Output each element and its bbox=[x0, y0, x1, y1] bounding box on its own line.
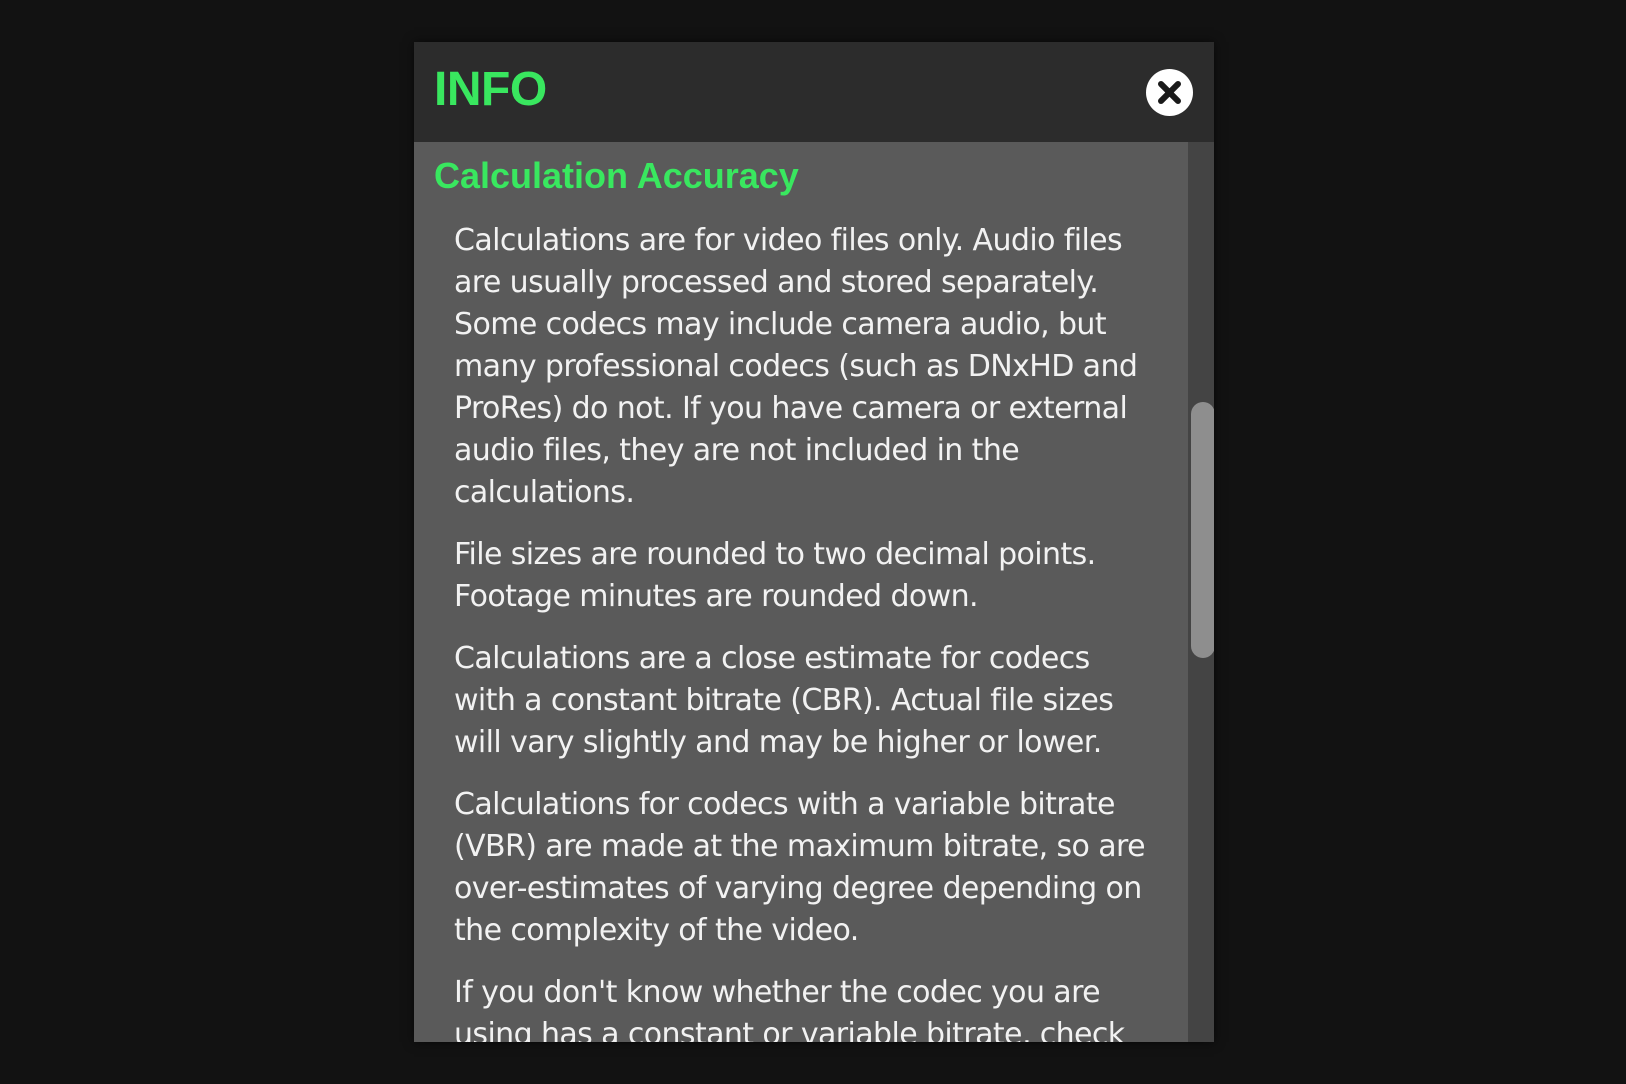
close-button[interactable] bbox=[1146, 69, 1193, 116]
text-line: many professional codecs (such as DNxHD … bbox=[454, 349, 1138, 384]
text-line: Some codecs may include camera audio, bu… bbox=[454, 307, 1107, 342]
text-line: the complexity of the video. bbox=[454, 913, 859, 948]
text-line: Footage minutes are rounded down. bbox=[454, 579, 979, 614]
text-line: over-estimates of varying degree dependi… bbox=[454, 871, 1142, 906]
info-modal: INFO Calculation Accuracy Calculations a… bbox=[414, 42, 1214, 1042]
text-line: (VBR) are made at the maximum bitrate, s… bbox=[454, 829, 1146, 864]
modal-body: Calculation Accuracy Calculations are fo… bbox=[414, 142, 1188, 1042]
text-line: using has a constant or variable bitrate… bbox=[454, 1017, 1125, 1042]
modal-header: INFO bbox=[414, 42, 1214, 142]
text-line: Calculations are for video files only. A… bbox=[454, 223, 1123, 258]
paragraph-cbr: Calculations are a close estimate for co… bbox=[454, 638, 1174, 764]
text-line: If you don't know whether the codec you … bbox=[454, 975, 1101, 1010]
text-line: will vary slightly and may be higher or … bbox=[454, 725, 1102, 760]
modal-title: INFO bbox=[434, 63, 547, 116]
text-line: calculations. bbox=[454, 475, 635, 510]
section-title: Calculation Accuracy bbox=[434, 155, 799, 196]
text-line: ProRes) do not. If you have camera or ex… bbox=[454, 391, 1128, 426]
close-x-icon bbox=[1158, 81, 1181, 104]
paragraph-rounding: File sizes are rounded to two decimal po… bbox=[454, 534, 1174, 618]
scrollbar-track[interactable] bbox=[1188, 142, 1214, 1042]
paragraph-audio-files: Calculations are for video files only. A… bbox=[454, 220, 1174, 514]
text-line: are usually processed and stored separat… bbox=[454, 265, 1099, 300]
text-line: with a constant bitrate (CBR). Actual fi… bbox=[454, 683, 1114, 718]
info-text: Calculations are for video files only. A… bbox=[454, 220, 1174, 1042]
text-line: audio files, they are not included in th… bbox=[454, 433, 1020, 468]
text-line: Calculations for codecs with a variable … bbox=[454, 787, 1115, 822]
text-line: Calculations are a close estimate for co… bbox=[454, 641, 1090, 676]
scrollbar-thumb[interactable] bbox=[1191, 402, 1214, 658]
paragraph-bitrate-check: If you don't know whether the codec you … bbox=[454, 972, 1174, 1042]
paragraph-vbr: Calculations for codecs with a variable … bbox=[454, 784, 1174, 952]
text-line: File sizes are rounded to two decimal po… bbox=[454, 537, 1096, 572]
